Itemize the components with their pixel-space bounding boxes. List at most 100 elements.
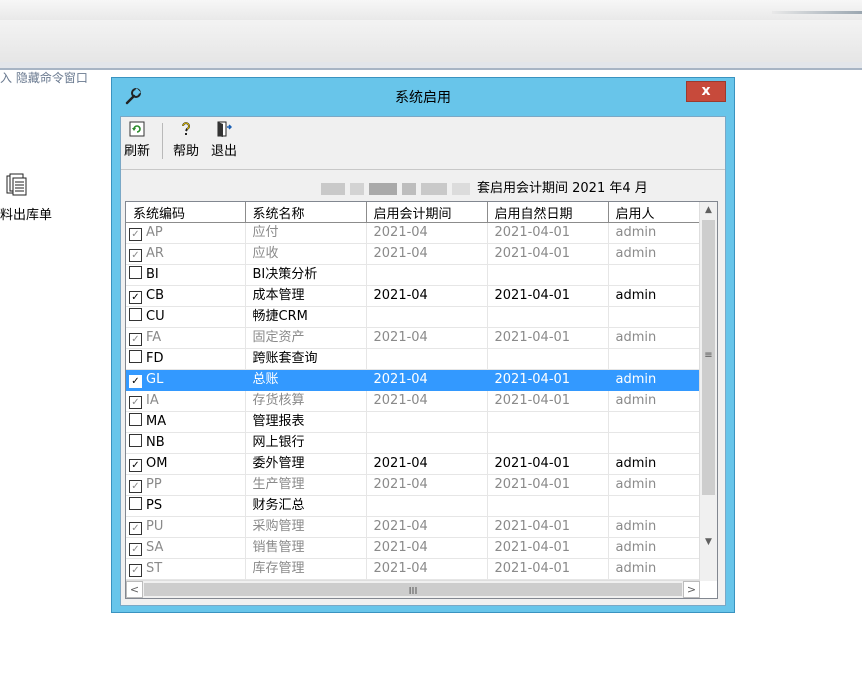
- checkbox-checked[interactable]: ✓: [129, 291, 142, 304]
- cell-enable-user[interactable]: admin: [608, 558, 701, 580]
- cell-enable-period[interactable]: 2021-04: [366, 453, 488, 475]
- cell-enable-date[interactable]: [487, 348, 609, 370]
- col-header-code[interactable]: 系统编码: [126, 202, 246, 223]
- cell-enable-date[interactable]: [487, 495, 609, 517]
- cell-enable-user[interactable]: admin: [608, 369, 701, 391]
- cell-system-name[interactable]: 网上银行: [245, 432, 367, 454]
- desktop-item-label[interactable]: 料出库单: [0, 204, 52, 223]
- cell-enable-period[interactable]: 2021-04: [366, 243, 488, 265]
- checkbox-checked[interactable]: ✓: [129, 375, 142, 388]
- checkbox-unchecked[interactable]: [129, 497, 142, 510]
- cell-enable-period[interactable]: 2021-04: [366, 474, 488, 496]
- col-header-period[interactable]: 启用会计期间: [366, 202, 488, 223]
- cell-enable-date[interactable]: 2021-04-01: [487, 474, 609, 496]
- scroll-down-icon[interactable]: ▼: [700, 534, 717, 551]
- cell-enable-period[interactable]: 2021-04: [366, 369, 488, 391]
- cell-enable-date[interactable]: [487, 306, 609, 328]
- cell-enable-date[interactable]: 2021-04-01: [487, 369, 609, 391]
- cell-system-name[interactable]: 管理报表: [245, 411, 367, 433]
- checkbox-checked[interactable]: ✓: [129, 333, 142, 346]
- checkbox-unchecked[interactable]: [129, 413, 142, 426]
- checkbox-checked[interactable]: ✓: [129, 522, 142, 535]
- checkbox-checked[interactable]: ✓: [129, 396, 142, 409]
- cell-enable-date[interactable]: [487, 411, 609, 433]
- table-row[interactable]: CU 畅捷CRM: [126, 306, 701, 328]
- cell-enable-date[interactable]: 2021-04-01: [487, 537, 609, 559]
- cell-enable-period[interactable]: 2021-04: [366, 537, 488, 559]
- cell-code[interactable]: ✓ CB: [126, 285, 246, 307]
- checkbox-checked[interactable]: ✓: [129, 564, 142, 577]
- cell-enable-user[interactable]: [608, 432, 701, 454]
- table-row[interactable]: BI BI决策分析: [126, 264, 701, 286]
- cell-enable-period[interactable]: [366, 432, 488, 454]
- cell-code[interactable]: ✓ GL: [126, 369, 246, 391]
- cell-enable-user[interactable]: [608, 264, 701, 286]
- table-row[interactable]: MA 管理报表: [126, 411, 701, 433]
- cell-code[interactable]: ✓ OM: [126, 453, 246, 475]
- table-row[interactable]: ✓ OM 委外管理 2021-04 2021-04-01 admin: [126, 453, 701, 475]
- scroll-left-icon[interactable]: <: [126, 581, 143, 598]
- table-row[interactable]: ✓ IA 存货核算 2021-04 2021-04-01 admin: [126, 390, 701, 412]
- cell-enable-period[interactable]: 2021-04: [366, 516, 488, 538]
- cell-code[interactable]: ✓ PU: [126, 516, 246, 538]
- cell-system-name[interactable]: 生产管理: [245, 474, 367, 496]
- checkbox-unchecked[interactable]: [129, 434, 142, 447]
- cell-system-name[interactable]: 跨账套查询: [245, 348, 367, 370]
- table-row[interactable]: ✓ AP 应付 2021-04 2021-04-01 admin: [126, 222, 701, 244]
- cell-enable-user[interactable]: admin: [608, 453, 701, 475]
- cell-enable-user[interactable]: admin: [608, 243, 701, 265]
- checkbox-unchecked[interactable]: [129, 350, 142, 363]
- table-row[interactable]: PS 财务汇总: [126, 495, 701, 517]
- cell-enable-user[interactable]: [608, 495, 701, 517]
- cell-enable-period[interactable]: [366, 495, 488, 517]
- checkbox-checked[interactable]: ✓: [129, 228, 142, 241]
- cell-code[interactable]: ✓ ST: [126, 558, 246, 580]
- cell-enable-user[interactable]: [608, 306, 701, 328]
- cell-system-name[interactable]: 畅捷CRM: [245, 306, 367, 328]
- cell-code[interactable]: ✓ PP: [126, 474, 246, 496]
- scroll-up-icon[interactable]: ▲: [700, 202, 717, 219]
- cell-enable-date[interactable]: 2021-04-01: [487, 390, 609, 412]
- cell-enable-period[interactable]: [366, 411, 488, 433]
- cell-enable-period[interactable]: 2021-04: [366, 390, 488, 412]
- cell-enable-user[interactable]: admin: [608, 285, 701, 307]
- checkbox-checked[interactable]: ✓: [129, 480, 142, 493]
- cell-enable-user[interactable]: admin: [608, 474, 701, 496]
- table-row[interactable]: ✓ CB 成本管理 2021-04 2021-04-01 admin: [126, 285, 701, 307]
- checkbox-unchecked[interactable]: [129, 266, 142, 279]
- cell-system-name[interactable]: 库存管理: [245, 558, 367, 580]
- cell-system-name[interactable]: BI决策分析: [245, 264, 367, 286]
- cell-enable-date[interactable]: [487, 432, 609, 454]
- cell-system-name[interactable]: 财务汇总: [245, 495, 367, 517]
- refresh-button[interactable]: 刷新: [124, 121, 150, 159]
- cell-enable-date[interactable]: 2021-04-01: [487, 558, 609, 580]
- col-header-date[interactable]: 启用自然日期: [487, 202, 609, 223]
- cell-system-name[interactable]: 销售管理: [245, 537, 367, 559]
- cell-code[interactable]: FD: [126, 348, 246, 370]
- col-header-user[interactable]: 启用人: [608, 202, 701, 223]
- dialog-titlebar[interactable]: 系统启用 x: [112, 78, 734, 112]
- cell-enable-date[interactable]: 2021-04-01: [487, 327, 609, 349]
- cell-enable-period[interactable]: [366, 348, 488, 370]
- cell-enable-user[interactable]: admin: [608, 327, 701, 349]
- cell-enable-user[interactable]: admin: [608, 537, 701, 559]
- document-stack-icon[interactable]: [6, 173, 28, 197]
- scroll-right-icon[interactable]: >: [683, 581, 700, 598]
- cell-enable-period[interactable]: [366, 264, 488, 286]
- cell-system-name[interactable]: 存货核算: [245, 390, 367, 412]
- checkbox-checked[interactable]: ✓: [129, 543, 142, 556]
- table-row[interactable]: ✓ ST 库存管理 2021-04 2021-04-01 admin: [126, 558, 701, 580]
- table-row[interactable]: ✓ FA 固定资产 2021-04 2021-04-01 admin: [126, 327, 701, 349]
- cell-enable-date[interactable]: 2021-04-01: [487, 453, 609, 475]
- cell-code[interactable]: NB: [126, 432, 246, 454]
- table-row[interactable]: ✓ AR 应收 2021-04 2021-04-01 admin: [126, 243, 701, 265]
- cell-enable-date[interactable]: 2021-04-01: [487, 285, 609, 307]
- cell-enable-date[interactable]: 2021-04-01: [487, 516, 609, 538]
- cell-enable-user[interactable]: admin: [608, 222, 701, 244]
- cell-system-name[interactable]: 固定资产: [245, 327, 367, 349]
- cell-code[interactable]: MA: [126, 411, 246, 433]
- cell-enable-user[interactable]: [608, 348, 701, 370]
- cell-enable-user[interactable]: admin: [608, 516, 701, 538]
- checkbox-unchecked[interactable]: [129, 308, 142, 321]
- cell-code[interactable]: ✓ IA: [126, 390, 246, 412]
